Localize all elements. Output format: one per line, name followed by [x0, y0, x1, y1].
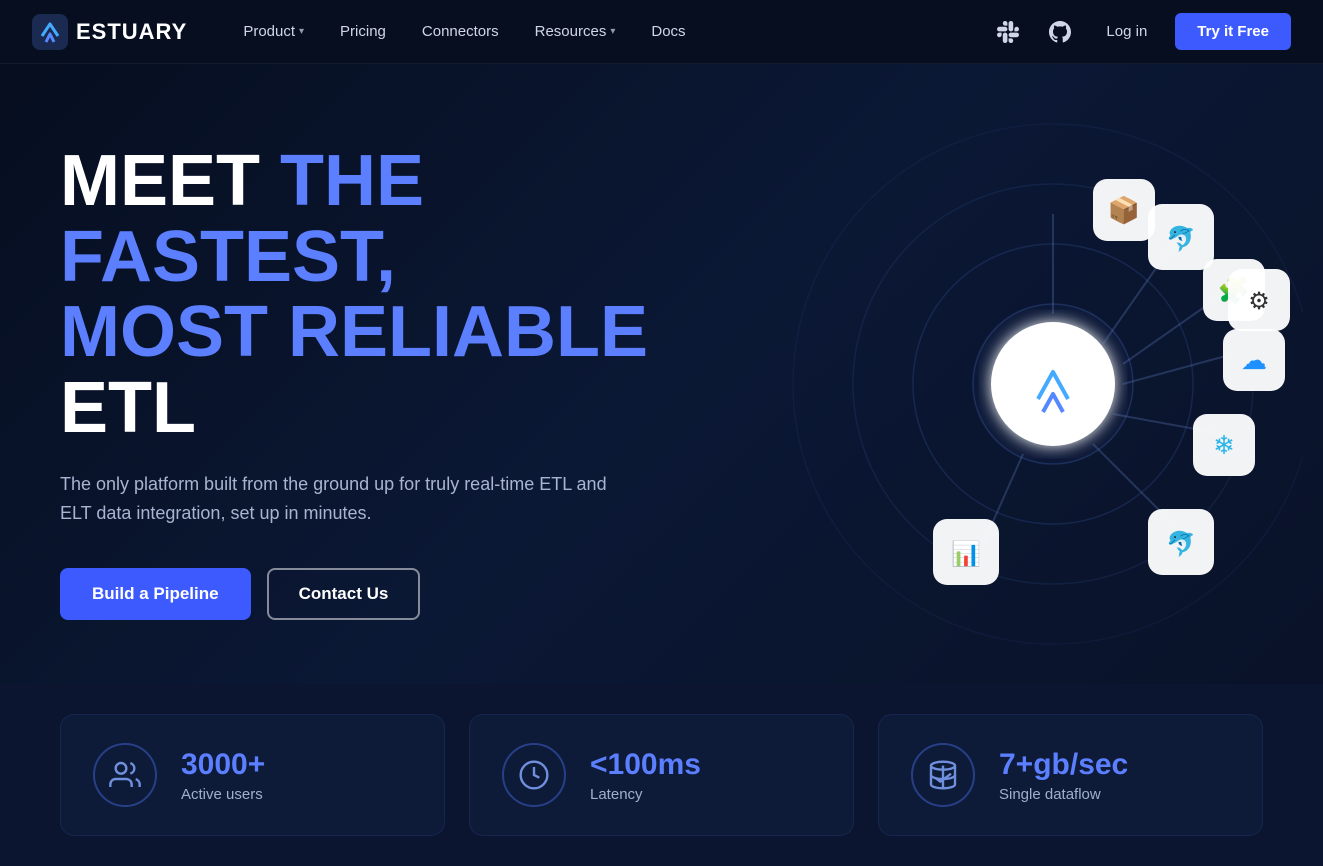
stat-latency-value: <100ms	[590, 748, 701, 782]
chevron-down-icon: ▾	[610, 26, 615, 37]
nav-pricing[interactable]: Pricing	[324, 15, 402, 48]
stat-latency: <100ms Latency	[469, 714, 854, 836]
stats-section: 3000+ Active users <100ms Latency	[0, 684, 1323, 866]
stat-dataflow: 7+gb/sec Single dataflow	[878, 714, 1263, 836]
stat-users-value: 3000+	[181, 748, 265, 782]
svg-text:🐬: 🐬	[1166, 224, 1196, 253]
chevron-down-icon: ▾	[299, 26, 304, 37]
svg-text:☁: ☁	[1241, 345, 1267, 375]
contact-us-button[interactable]: Contact Us	[267, 568, 421, 620]
stat-dataflow-label: Single dataflow	[999, 786, 1128, 803]
nav-product[interactable]: Product ▾	[227, 15, 320, 48]
stat-users: 3000+ Active users	[60, 714, 445, 836]
svg-text:❄: ❄	[1213, 430, 1235, 460]
nav-right: Log in Try it Free	[990, 13, 1291, 50]
nav-docs[interactable]: Docs	[635, 15, 701, 48]
hero-heading: MEET THE FASTEST, MOST RELIABLE ETL	[60, 144, 760, 446]
navbar: ESTUARY Product ▾ Pricing Connectors Res…	[0, 0, 1323, 64]
logo[interactable]: ESTUARY	[32, 14, 187, 50]
svg-text:🐬: 🐬	[1166, 529, 1196, 558]
svg-text:📊: 📊	[951, 540, 981, 568]
hero-illustration: 🐬 🧩 ☁ ❄ 🐬 📦 📊 ⚙	[783, 94, 1303, 674]
build-pipeline-button[interactable]: Build a Pipeline	[60, 568, 251, 620]
nav-connectors[interactable]: Connectors	[406, 15, 515, 48]
hero-buttons: Build a Pipeline Contact Us	[60, 568, 760, 620]
users-icon	[93, 743, 157, 807]
hero-subtext: The only platform built from the ground …	[60, 470, 620, 528]
stat-latency-label: Latency	[590, 786, 701, 803]
stat-dataflow-value: 7+gb/sec	[999, 748, 1128, 782]
nav-resources[interactable]: Resources ▾	[519, 15, 632, 48]
database-icon	[911, 743, 975, 807]
slack-icon[interactable]	[990, 14, 1026, 50]
nav-links: Product ▾ Pricing Connectors Resources ▾…	[227, 15, 990, 48]
login-button[interactable]: Log in	[1094, 15, 1159, 48]
hero-content: MEET THE FASTEST, MOST RELIABLE ETL The …	[60, 144, 760, 620]
hero-section: MEET THE FASTEST, MOST RELIABLE ETL The …	[0, 64, 1323, 684]
svg-text:📦: 📦	[1108, 195, 1140, 225]
try-free-button[interactable]: Try it Free	[1175, 13, 1291, 50]
logo-text: ESTUARY	[76, 19, 187, 45]
stat-users-label: Active users	[181, 786, 265, 803]
github-icon[interactable]	[1042, 14, 1078, 50]
svg-text:⚙: ⚙	[1248, 288, 1270, 315]
clock-icon	[502, 743, 566, 807]
